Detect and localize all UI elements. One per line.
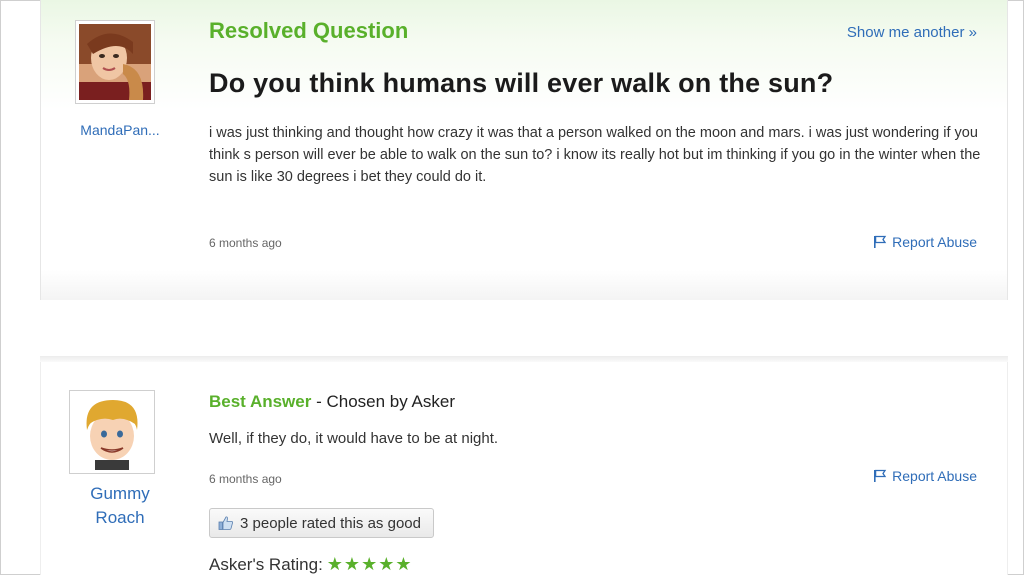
question-timestamp: 6 months ago bbox=[209, 236, 282, 250]
resolved-question-label: Resolved Question bbox=[209, 18, 409, 43]
asker-name-link[interactable]: MandaPan... bbox=[55, 122, 185, 138]
best-answer-panel: Gummy Roach Best Answer - Chosen by Aske… bbox=[40, 362, 1008, 575]
question-report-abuse-link[interactable]: Report Abuse bbox=[873, 234, 977, 250]
report-abuse-label: Report Abuse bbox=[892, 468, 977, 484]
best-answer-heading: Best Answer - Chosen by Asker bbox=[209, 392, 455, 412]
show-another-link[interactable]: Show me another » bbox=[847, 24, 977, 41]
answerer-avatar[interactable] bbox=[69, 390, 155, 474]
askers-rating-stars: ★★★★★ bbox=[326, 554, 413, 574]
best-answer-label: Best Answer bbox=[209, 392, 312, 411]
asker-avatar[interactable] bbox=[75, 20, 155, 104]
thumbs-up-icon bbox=[218, 515, 234, 531]
chosen-by-text: - Chosen by Asker bbox=[311, 392, 455, 411]
answer-report-abuse-link[interactable]: Report Abuse bbox=[873, 468, 977, 484]
answerer-name-link[interactable]: Gummy Roach bbox=[55, 482, 185, 530]
asker-avatar-image bbox=[79, 24, 151, 100]
askers-rating: Asker's Rating: ★★★★★ bbox=[209, 554, 412, 575]
answer-body: Well, if they do, it would have to be at… bbox=[209, 430, 499, 447]
question-title: Do you think humans will ever walk on th… bbox=[209, 68, 834, 98]
flag-icon bbox=[873, 469, 887, 483]
question-body: i was just thinking and thought how craz… bbox=[209, 125, 981, 185]
askers-rating-label: Asker's Rating: bbox=[209, 554, 323, 574]
question-panel: MandaPan... Resolved Question Show me an… bbox=[40, 0, 1008, 300]
report-abuse-label: Report Abuse bbox=[892, 234, 977, 250]
rate-good-button[interactable]: 3 people rated this as good bbox=[209, 508, 434, 538]
rating-count-text: 3 people rated this as good bbox=[240, 514, 421, 532]
flag-icon bbox=[873, 235, 887, 249]
answerer-avatar-image bbox=[73, 394, 151, 470]
answer-timestamp: 6 months ago bbox=[209, 472, 282, 486]
